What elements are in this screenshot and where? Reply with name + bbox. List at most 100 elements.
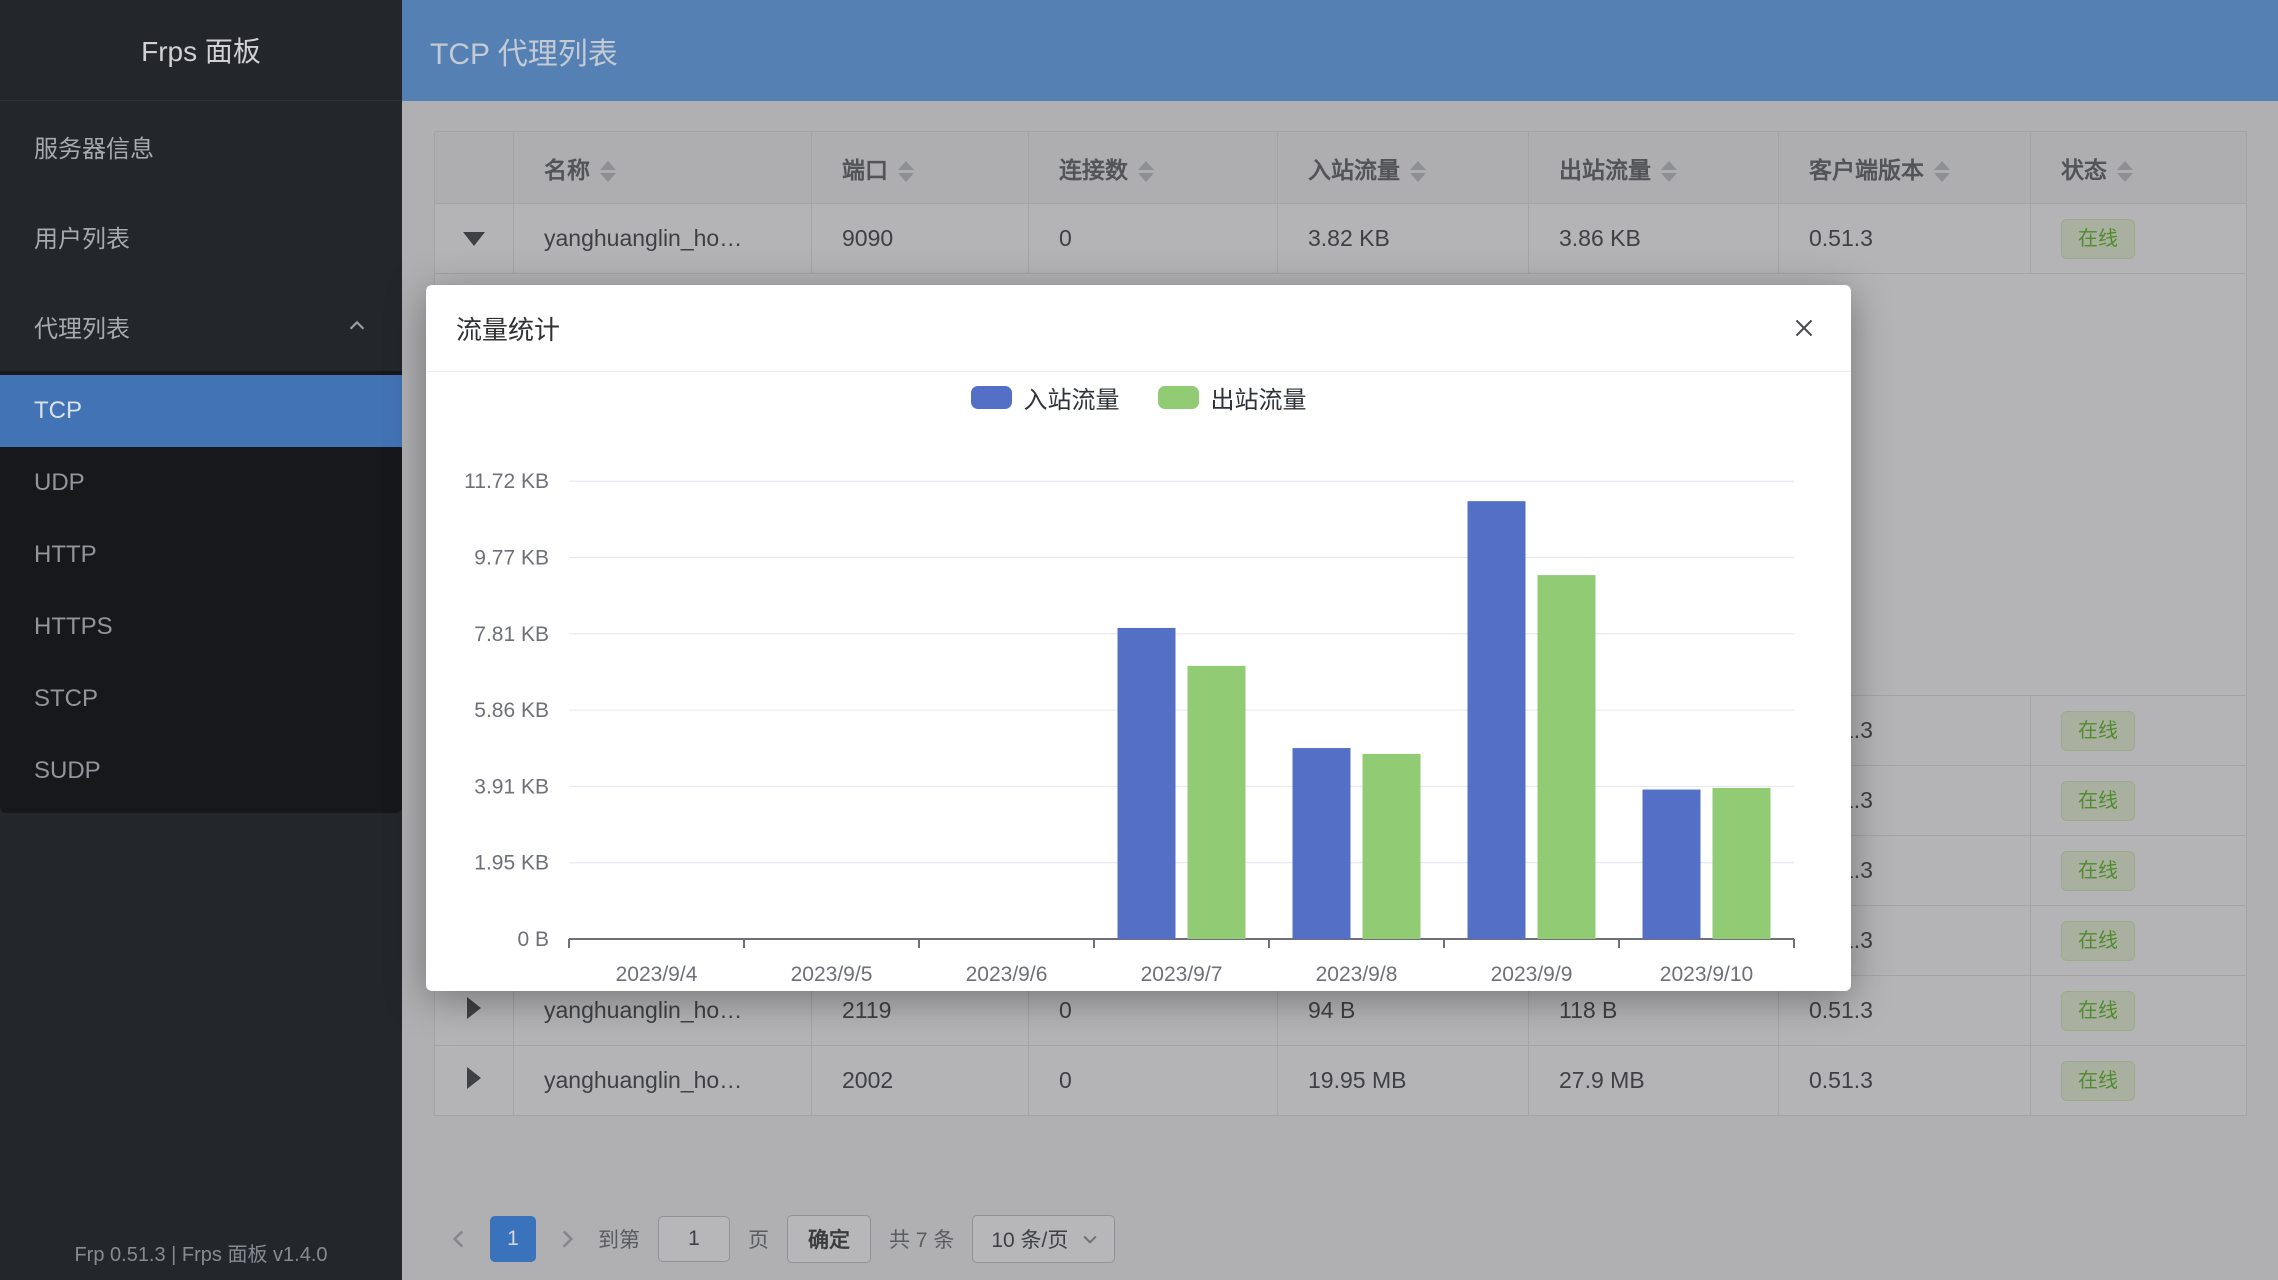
status-badge: 在线	[2061, 219, 2135, 259]
svg-text:2023/9/7: 2023/9/7	[1141, 963, 1223, 986]
app-title: Frps 面板	[0, 0, 402, 101]
cell-client-version: 0.51.3	[1779, 1046, 2031, 1116]
svg-text:7.81 KB: 7.81 KB	[474, 623, 549, 646]
status-badge: 在线	[2061, 921, 2135, 961]
cell-status: 在线	[2031, 204, 2247, 274]
svg-text:2023/9/5: 2023/9/5	[791, 963, 873, 986]
sidebar-item-http[interactable]: HTTP	[0, 519, 402, 591]
cell-status: 在线	[2031, 906, 2247, 976]
status-badge: 在线	[2061, 991, 2135, 1031]
traffic-stats-modal: 流量统计 入站流量 出站流量 0 B1.95 KB3.91 KB5.86 KB7…	[426, 285, 1851, 991]
legend-swatch-out	[1158, 386, 1199, 409]
table-row: yanghuanglin_ho… 9090 0 3.82 KB 3.86 KB …	[435, 204, 2247, 274]
sidebar-item-label: 用户列表	[34, 219, 130, 254]
prev-page-icon[interactable]	[446, 1226, 472, 1252]
svg-text:0 B: 0 B	[517, 928, 549, 951]
chevron-up-icon	[346, 315, 368, 337]
cell-status: 在线	[2031, 696, 2247, 766]
cell-client-version: 0.51.3	[1779, 204, 2031, 274]
page-header: TCP 代理列表	[402, 0, 2278, 101]
table-row: yanghuanglin_ho… 2002 0 19.95 MB 27.9 MB…	[435, 1046, 2247, 1116]
goto-page-input[interactable]	[658, 1216, 730, 1262]
version-footer: Frp 0.51.3 | Frps 面板 v1.4.0	[0, 1224, 402, 1280]
total-count: 共 7 条	[889, 1224, 954, 1254]
cell-traffic-out: 3.86 KB	[1529, 204, 1779, 274]
cell-status: 在线	[2031, 766, 2247, 836]
sort-caret-icon[interactable]	[1661, 161, 1677, 182]
sort-caret-icon[interactable]	[1934, 161, 1950, 182]
expand-toggle-icon[interactable]	[467, 997, 481, 1019]
cell-port: 9090	[812, 204, 1029, 274]
table-header-row: 名称端口连接数入站流量出站流量客户端版本状态	[435, 132, 2247, 204]
sidebar-item-server-info[interactable]: 服务器信息	[0, 101, 402, 191]
column-header[interactable]: 状态	[2031, 132, 2247, 204]
page-title: TCP 代理列表	[430, 29, 618, 73]
traffic-bar-chart: 0 B 1.95 KB 3.91 KB 5.86 KB 7.81 KB 9.77 KB 11…	[426, 410, 1851, 988]
svg-text:1.95 KB: 1.95 KB	[474, 852, 549, 875]
column-header[interactable]: 客户端版本	[1779, 132, 2031, 204]
legend-swatch-in	[971, 386, 1012, 409]
sidebar-item-tcp[interactable]: TCP	[0, 375, 402, 447]
modal-title: 流量统计	[456, 310, 560, 347]
column-header[interactable]: 端口	[812, 132, 1029, 204]
sidebar-item-user-list[interactable]: 用户列表	[0, 191, 402, 281]
cell-connections: 0	[1029, 204, 1278, 274]
sort-caret-icon[interactable]	[1410, 161, 1426, 182]
svg-text:2023/9/8: 2023/9/8	[1316, 963, 1398, 986]
page-number-button[interactable]: 1	[490, 1216, 536, 1262]
sidebar-item-label: 代理列表	[34, 309, 130, 344]
column-header[interactable]: 连接数	[1029, 132, 1278, 204]
status-badge: 在线	[2061, 1061, 2135, 1101]
sort-caret-icon[interactable]	[600, 161, 616, 182]
sidebar-item-https[interactable]: HTTPS	[0, 591, 402, 663]
sidebar: Frps 面板 服务器信息 用户列表 代理列表 TCP UDP HTTP HTT…	[0, 0, 402, 1280]
sidebar-item-udp[interactable]: UDP	[0, 447, 402, 519]
cell-port: 2002	[812, 1046, 1029, 1116]
sidebar-item-sudp[interactable]: SUDP	[0, 735, 402, 807]
proxy-submenu: TCP UDP HTTP HTTPS STCP SUDP	[0, 371, 402, 813]
sort-caret-icon[interactable]	[898, 161, 914, 182]
goto-suffix: 页	[748, 1224, 769, 1254]
cell-name: yanghuanglin_ho…	[514, 1046, 812, 1116]
modal-header: 流量统计	[426, 285, 1851, 372]
sort-caret-icon[interactable]	[1138, 161, 1154, 182]
sidebar-item-stcp[interactable]: STCP	[0, 663, 402, 735]
expand-toggle-icon[interactable]	[467, 1067, 481, 1089]
sidebar-nav: 服务器信息 用户列表 代理列表 TCP UDP HTTP HTTPS STCP …	[0, 101, 402, 813]
cell-traffic-in: 19.95 MB	[1278, 1046, 1529, 1116]
status-badge: 在线	[2061, 781, 2135, 821]
page-size-value: 10 条/页	[991, 1224, 1068, 1254]
cell-status: 在线	[2031, 1046, 2247, 1116]
expand-toggle-icon[interactable]	[463, 232, 485, 246]
status-badge: 在线	[2061, 851, 2135, 891]
svg-text:11.72 KB: 11.72 KB	[464, 470, 549, 493]
cell-traffic-out: 27.9 MB	[1529, 1046, 1779, 1116]
expand-column-header	[435, 132, 514, 204]
next-page-icon[interactable]	[554, 1226, 580, 1252]
svg-text:2023/9/9: 2023/9/9	[1491, 963, 1573, 986]
svg-text:2023/9/10: 2023/9/10	[1660, 963, 1753, 986]
column-header[interactable]: 入站流量	[1278, 132, 1529, 204]
sidebar-item-proxy-list[interactable]: 代理列表	[0, 281, 402, 371]
page-size-select[interactable]: 10 条/页	[972, 1215, 1115, 1263]
close-icon[interactable]	[1789, 313, 1819, 343]
confirm-button[interactable]: 确定	[787, 1215, 871, 1263]
svg-text:2023/9/4: 2023/9/4	[616, 963, 698, 986]
sort-caret-icon[interactable]	[2117, 161, 2133, 182]
svg-text:3.91 KB: 3.91 KB	[474, 775, 549, 798]
column-header[interactable]: 出站流量	[1529, 132, 1779, 204]
goto-label: 到第	[598, 1224, 640, 1254]
column-header[interactable]: 名称	[514, 132, 812, 204]
frps-dashboard: Frps 面板 服务器信息 用户列表 代理列表 TCP UDP HTTP HTT…	[0, 0, 2278, 1280]
svg-text:2023/9/6: 2023/9/6	[966, 963, 1048, 986]
pagination: 1 到第 页 确定 共 7 条 10 条/页	[446, 1208, 1115, 1270]
svg-text:5.86 KB: 5.86 KB	[474, 699, 549, 722]
cell-name: yanghuanglin_ho…	[514, 204, 812, 274]
status-badge: 在线	[2061, 711, 2135, 751]
svg-text:9.77 KB: 9.77 KB	[474, 547, 549, 570]
cell-status: 在线	[2031, 836, 2247, 906]
sidebar-item-label: 服务器信息	[34, 129, 154, 164]
chevron-down-icon	[1080, 1229, 1100, 1249]
cell-connections: 0	[1029, 1046, 1278, 1116]
cell-status: 在线	[2031, 976, 2247, 1046]
